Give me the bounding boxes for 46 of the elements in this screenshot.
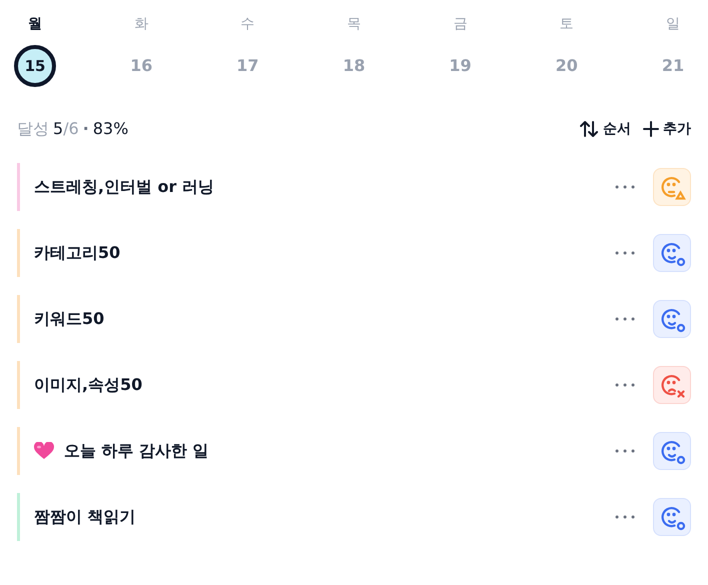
sort-icon	[579, 120, 599, 138]
percent-text: 83%	[92, 118, 128, 140]
more-button[interactable]	[615, 515, 635, 519]
weekday-label: 토	[560, 15, 574, 34]
weekday-label: 일	[666, 15, 680, 34]
achievement-label: 달성	[17, 118, 49, 140]
date-button[interactable]: 18	[332, 45, 375, 87]
more-button[interactable]	[615, 449, 635, 453]
task-title: 오늘 하루 감사한 일	[64, 440, 209, 462]
task-title: 이미지,속성50	[34, 374, 142, 396]
status-button[interactable]	[653, 234, 691, 272]
status-button[interactable]	[653, 498, 691, 536]
date-button[interactable]: 15	[14, 45, 56, 87]
more-icon	[615, 185, 635, 189]
done-count: 5	[53, 118, 64, 140]
date-button[interactable]: 16	[120, 45, 162, 87]
task-title: 짬짬이 책읽기	[34, 506, 136, 528]
weekday-label: 금	[453, 15, 468, 34]
status-button[interactable]	[653, 366, 691, 404]
more-icon	[615, 449, 635, 453]
weekday-label: 수	[240, 15, 255, 34]
more-button[interactable]	[615, 185, 635, 189]
date-button[interactable]: 20	[546, 45, 588, 87]
task-title: 키워드50	[34, 308, 104, 330]
date-button[interactable]: 21	[652, 45, 694, 87]
weekday-label: 월	[28, 15, 42, 34]
more-icon	[615, 317, 635, 321]
more-button[interactable]	[615, 317, 635, 321]
sort-button[interactable]: 순서	[579, 118, 631, 140]
date-button[interactable]: 17	[226, 45, 269, 87]
more-icon	[615, 251, 635, 255]
more-icon	[615, 383, 635, 387]
weekday-label: 목	[346, 15, 361, 34]
separator-dot: ·	[82, 118, 89, 140]
weekday-label: 화	[134, 15, 148, 34]
task-title: 카테고리50	[34, 242, 120, 264]
more-button[interactable]	[615, 251, 635, 255]
status-button[interactable]	[653, 432, 691, 470]
total-count: /6	[63, 118, 79, 140]
add-button[interactable]: 추가	[643, 118, 691, 140]
plus-icon	[643, 121, 659, 137]
more-button[interactable]	[615, 383, 635, 387]
more-icon	[615, 515, 635, 519]
task-title: 스트레칭,인터벌 or 러닝	[34, 176, 214, 198]
status-button[interactable]	[653, 300, 691, 338]
date-button[interactable]: 19	[439, 45, 482, 87]
